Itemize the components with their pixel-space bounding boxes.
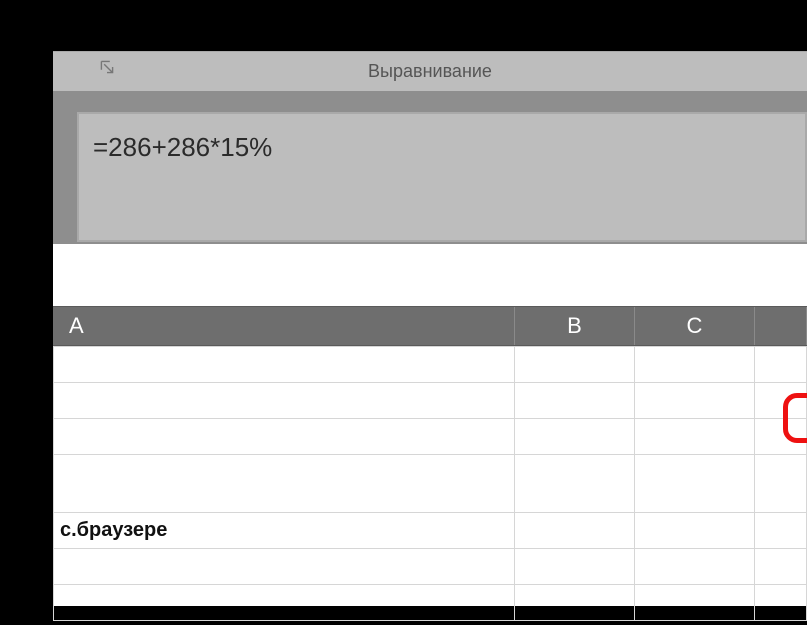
ribbon-group-strip: Выравнивание [53,51,807,91]
dialog-launcher-icon[interactable] [100,60,118,78]
column-headers: A B C [53,306,807,346]
cell[interactable] [755,347,807,383]
cell[interactable] [54,383,515,419]
table-row [54,383,807,419]
ribbon-group-label: Выравнивание [368,61,492,82]
cell[interactable] [54,347,515,383]
column-header-d[interactable] [755,307,807,345]
cell[interactable] [635,455,755,513]
column-header-c-label: C [687,313,703,339]
table-row [54,455,807,513]
cell[interactable] [635,347,755,383]
sheet-top-gap [53,244,807,306]
cell[interactable] [755,513,807,549]
cell[interactable] [755,585,807,621]
table-row [54,347,807,383]
cell[interactable] [515,347,635,383]
table-row [54,419,807,455]
cell[interactable] [635,585,755,621]
cell[interactable] [635,513,755,549]
cell[interactable] [54,549,515,585]
cell[interactable] [515,419,635,455]
cell[interactable] [515,383,635,419]
formula-bar[interactable]: =286+286*15% [77,112,807,242]
cell[interactable] [755,455,807,513]
cell[interactable] [635,419,755,455]
cell[interactable]: с.браузере [54,513,515,549]
column-header-b[interactable]: B [515,307,635,345]
spreadsheet-grid[interactable]: с.браузере [53,346,807,606]
cell[interactable] [755,549,807,585]
highlight-annotation [783,393,807,443]
cell[interactable] [54,585,515,621]
column-header-b-label: B [567,313,582,339]
table-row [54,585,807,621]
cell[interactable] [54,455,515,513]
cell[interactable] [635,383,755,419]
table-row: с.браузере [54,513,807,549]
ribbon-separator [53,91,807,109]
cell[interactable] [515,513,635,549]
cell[interactable] [54,419,515,455]
cell[interactable] [515,585,635,621]
formula-bar-text: =286+286*15% [93,132,272,162]
column-header-a-label: A [69,313,84,339]
column-header-a[interactable]: A [53,307,515,345]
cell[interactable] [515,455,635,513]
column-header-c[interactable]: C [635,307,755,345]
cell[interactable] [515,549,635,585]
cell[interactable] [635,549,755,585]
table-row [54,549,807,585]
